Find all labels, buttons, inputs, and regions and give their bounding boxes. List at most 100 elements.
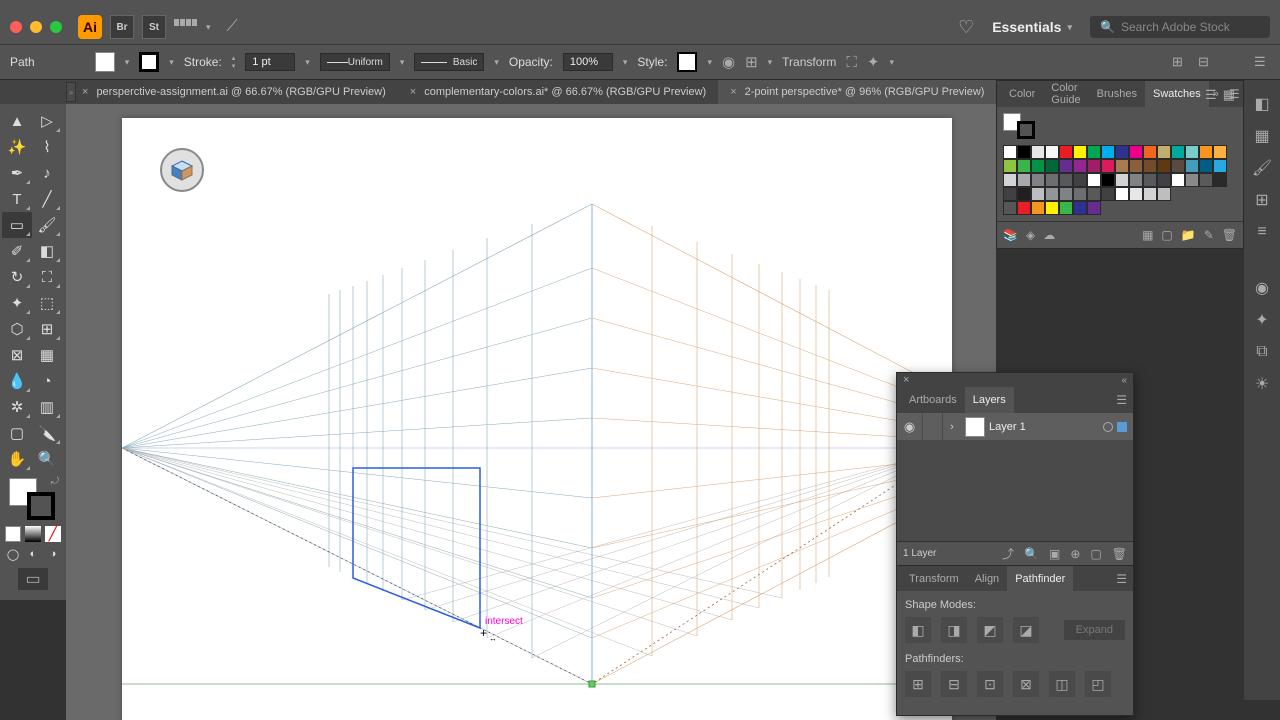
swatch[interactable]	[1059, 159, 1073, 173]
screen-mode[interactable]: ▭	[18, 568, 48, 590]
window-close[interactable]	[10, 21, 22, 33]
type-tool[interactable]: T	[2, 186, 32, 212]
canvas[interactable]: intersect +↔	[66, 104, 996, 720]
gradient-tool[interactable]: ▦	[32, 342, 62, 368]
css-properties-icon[interactable]: ☀	[1244, 368, 1280, 400]
panel-menu-icon[interactable]: ☰	[1254, 54, 1270, 70]
swatch[interactable]	[1185, 145, 1199, 159]
color-mode-none[interactable]: ╱	[45, 526, 61, 542]
snap-to-pixel-icon[interactable]: ⊞	[1172, 54, 1188, 70]
tab-brushes[interactable]: Brushes	[1089, 81, 1145, 107]
brushes-icon[interactable]: 🖌	[1244, 152, 1280, 184]
merge-button[interactable]: ⊡	[977, 671, 1003, 697]
swatch[interactable]	[1031, 201, 1045, 215]
arrange-documents-icon[interactable]	[174, 19, 198, 35]
swatch[interactable]	[1185, 173, 1199, 187]
swatch[interactable]	[1129, 187, 1143, 201]
crop-button[interactable]: ⊠	[1013, 671, 1039, 697]
stroke-dropdown[interactable]: ▾	[169, 57, 174, 68]
panel-menu-icon[interactable]: ☰	[1110, 393, 1133, 407]
swatch[interactable]	[1101, 187, 1115, 201]
rotate-tool[interactable]: ↻	[2, 264, 32, 290]
close-icon[interactable]: ×	[903, 374, 909, 386]
swatch[interactable]	[1171, 159, 1185, 173]
swatch[interactable]	[1115, 187, 1129, 201]
new-color-group-icon[interactable]: ▦	[1142, 228, 1153, 242]
disclosure-icon[interactable]: ›	[943, 421, 961, 433]
blend-tool[interactable]: ◔	[32, 368, 62, 394]
draw-normal[interactable]: ◯	[5, 546, 21, 562]
intersect-button[interactable]: ◩	[977, 617, 1003, 643]
swatch[interactable]	[1171, 145, 1185, 159]
document-tab-0[interactable]: × persperctive-assignment.ai @ 66.67% (R…	[70, 80, 398, 104]
curvature-tool[interactable]: ♪	[32, 160, 62, 186]
tab-color[interactable]: Color	[1001, 81, 1043, 107]
tab-transform[interactable]: Transform	[901, 566, 967, 591]
tab-color-guide[interactable]: Color Guide	[1043, 81, 1088, 107]
swatch[interactable]	[1003, 201, 1017, 215]
target-icon[interactable]	[1103, 422, 1113, 432]
swatch[interactable]	[1087, 187, 1101, 201]
swatch[interactable]	[1157, 173, 1171, 187]
swatch[interactable]	[1017, 173, 1031, 187]
variable-width-profile[interactable]: Uniform	[320, 53, 390, 71]
swatch[interactable]	[1129, 145, 1143, 159]
tab-swatches[interactable]: Swatches	[1145, 81, 1209, 107]
width-tool[interactable]: ✦	[2, 290, 32, 316]
opacity-input[interactable]	[563, 53, 613, 71]
layer-row[interactable]: ◉ › Layer 1	[897, 413, 1133, 441]
grid-view-icon[interactable]: ▦	[1223, 87, 1235, 103]
swatch[interactable]	[1003, 145, 1017, 159]
swatch[interactable]	[1031, 159, 1045, 173]
swatch[interactable]	[1073, 173, 1087, 187]
swatch[interactable]	[1059, 173, 1073, 187]
workspace-switcher[interactable]: Essentials ▾	[992, 19, 1072, 35]
swatch[interactable]	[1045, 201, 1059, 215]
swatch[interactable]	[1115, 173, 1129, 187]
align-to-pixel-icon[interactable]: ⊟	[1198, 54, 1214, 70]
swatch[interactable]	[1031, 173, 1045, 187]
swatch[interactable]	[1031, 145, 1045, 159]
gpu-performance-icon[interactable]: ⟋	[227, 18, 238, 36]
slice-tool[interactable]: 🔪	[32, 420, 62, 446]
visibility-toggle[interactable]: ◉	[897, 413, 923, 440]
swatch[interactable]	[1017, 145, 1031, 159]
stock-icon[interactable]: St	[142, 15, 166, 39]
hand-tool[interactable]: ✋	[2, 446, 32, 472]
isolate-icon[interactable]: ⛶	[846, 54, 857, 71]
graphic-styles-icon[interactable]: ✦	[1244, 304, 1280, 336]
trim-button[interactable]: ⊟	[941, 671, 967, 697]
swatch[interactable]	[1003, 159, 1017, 173]
swatch[interactable]	[1045, 145, 1059, 159]
document-tab-1[interactable]: × complementary-colors.ai* @ 66.67% (RGB…	[398, 80, 718, 104]
free-transform-tool[interactable]: ⬚	[32, 290, 62, 316]
swatch[interactable]	[1129, 159, 1143, 173]
swatch[interactable]	[1073, 187, 1087, 201]
swatch[interactable]	[1017, 187, 1031, 201]
draw-behind[interactable]: ◐	[25, 546, 41, 562]
close-icon[interactable]: ×	[82, 86, 88, 98]
window-zoom[interactable]	[50, 21, 62, 33]
swatch[interactable]	[1115, 159, 1129, 173]
shaper-tool[interactable]: ✐	[2, 238, 32, 264]
swatch[interactable]	[1087, 145, 1101, 159]
selection-tool[interactable]: ▲	[2, 108, 32, 134]
tab-artboards[interactable]: Artboards	[901, 387, 965, 413]
folder-icon[interactable]: 📁	[1181, 228, 1196, 242]
swatch[interactable]	[1129, 173, 1143, 187]
shape-builder-tool[interactable]: ⬡	[2, 316, 32, 342]
stroke-weight-input[interactable]	[245, 53, 295, 71]
show-kinds-icon[interactable]: ◈	[1026, 228, 1035, 242]
column-graph-tool[interactable]: ▥	[32, 394, 62, 420]
swatch[interactable]	[1171, 173, 1185, 187]
recolor-artwork-icon[interactable]: ◉	[722, 53, 735, 71]
mesh-tool[interactable]: ⊠	[2, 342, 32, 368]
swatch[interactable]	[1045, 187, 1059, 201]
stroke-panel-icon[interactable]: ≡	[1244, 216, 1280, 248]
chevron-down-icon[interactable]: ▾	[206, 22, 211, 33]
swatch[interactable]	[1017, 201, 1031, 215]
outline-button[interactable]: ◫	[1049, 671, 1075, 697]
color-mode-gradient[interactable]	[25, 526, 41, 542]
scale-tool[interactable]: ⛶	[32, 264, 62, 290]
new-sublayer-icon[interactable]: ⊕	[1070, 547, 1080, 561]
